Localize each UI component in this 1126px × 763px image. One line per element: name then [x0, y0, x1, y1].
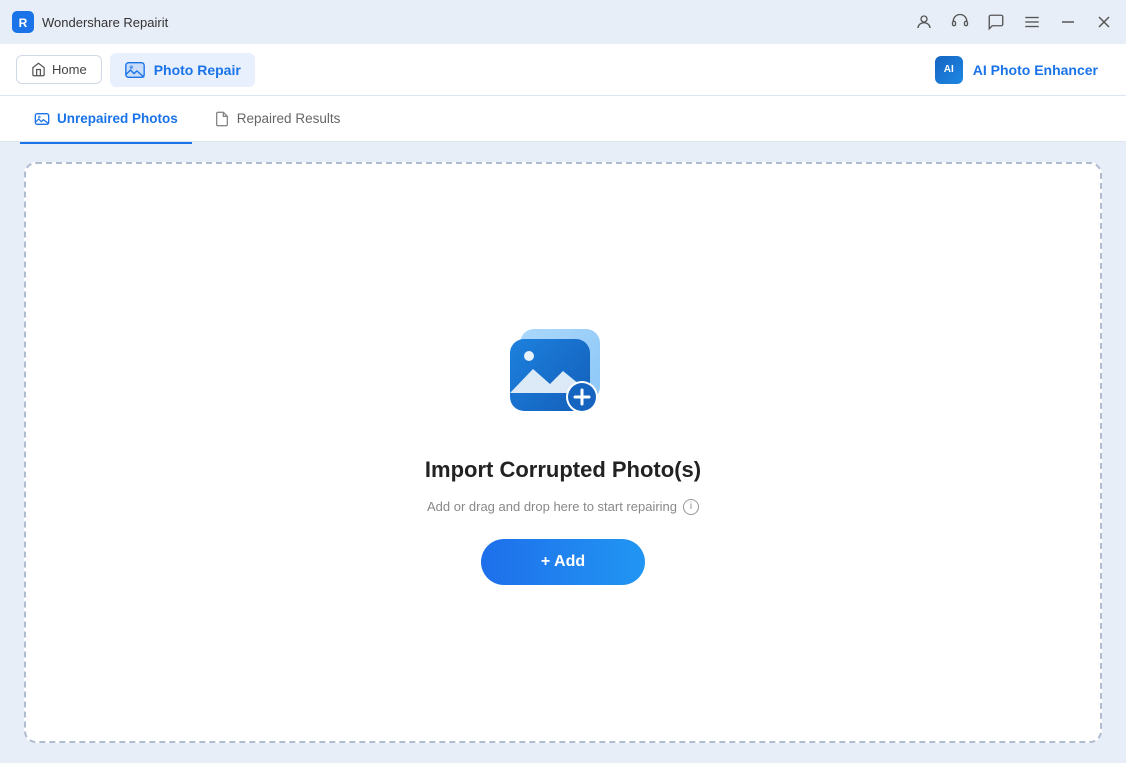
- import-subtitle: Add or drag and drop here to start repai…: [427, 499, 699, 515]
- add-button[interactable]: + Add: [481, 539, 645, 585]
- import-subtitle-text: Add or drag and drop here to start repai…: [427, 499, 677, 514]
- home-icon: [31, 62, 46, 77]
- headset-icon[interactable]: [950, 12, 970, 32]
- unrepaired-tab-label: Unrepaired Photos: [57, 111, 178, 126]
- title-bar-left: R Wondershare Repairit: [12, 11, 168, 33]
- photo-repair-label: Photo Repair: [154, 62, 241, 78]
- title-bar-right: [914, 12, 1114, 32]
- close-button[interactable]: [1094, 12, 1114, 32]
- sub-tabs: Unrepaired Photos Repaired Results: [0, 96, 1126, 142]
- app-logo-icon: R: [12, 11, 34, 33]
- drop-zone[interactable]: Import Corrupted Photo(s) Add or drag an…: [24, 162, 1102, 743]
- photo-add-illustration: [498, 321, 628, 441]
- ai-enhancer-button[interactable]: AI AI Photo Enhancer: [923, 50, 1110, 90]
- home-label: Home: [52, 62, 87, 77]
- app-title: Wondershare Repairit: [42, 15, 168, 30]
- ai-badge: AI: [935, 56, 963, 84]
- import-title: Import Corrupted Photo(s): [425, 457, 701, 483]
- info-icon[interactable]: i: [683, 499, 699, 515]
- chat-icon[interactable]: [986, 12, 1006, 32]
- home-button[interactable]: Home: [16, 55, 102, 84]
- repaired-tab-icon: [214, 111, 230, 127]
- photo-repair-icon: [124, 59, 146, 81]
- nav-left: Home Photo Repair: [16, 53, 255, 87]
- repaired-tab-label: Repaired Results: [237, 111, 341, 126]
- photo-repair-tab[interactable]: Photo Repair: [110, 53, 255, 87]
- account-icon[interactable]: [914, 12, 934, 32]
- tab-repaired[interactable]: Repaired Results: [200, 103, 355, 135]
- svg-text:R: R: [19, 16, 28, 30]
- import-photo-icon: [498, 321, 628, 441]
- unrepaired-tab-icon: [34, 111, 50, 127]
- ai-enhancer-label: AI Photo Enhancer: [973, 62, 1098, 78]
- menu-icon[interactable]: [1022, 12, 1042, 32]
- minimize-button[interactable]: [1058, 12, 1078, 32]
- title-bar: R Wondershare Repairit: [0, 0, 1126, 44]
- nav-bar: Home Photo Repair AI AI Photo Enhancer: [0, 44, 1126, 96]
- tab-unrepaired[interactable]: Unrepaired Photos: [20, 103, 192, 135]
- main-content: Import Corrupted Photo(s) Add or drag an…: [0, 142, 1126, 763]
